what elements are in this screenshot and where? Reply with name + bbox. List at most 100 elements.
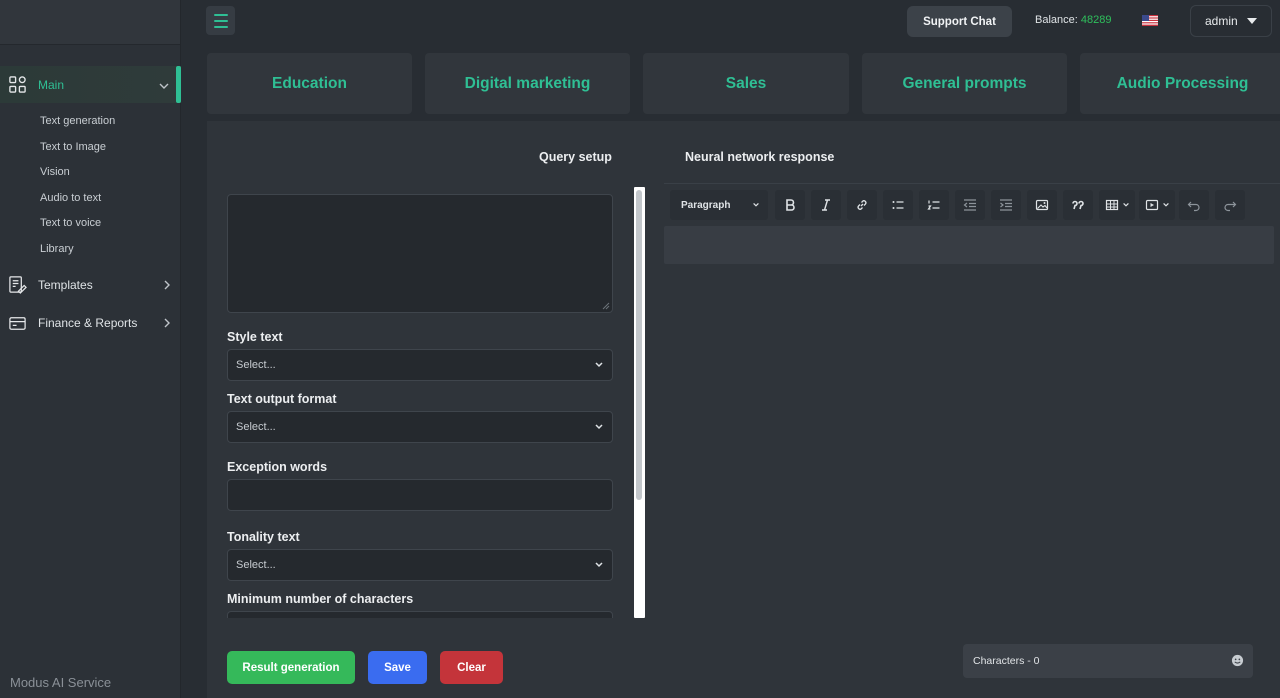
paragraph-label: Paragraph: [681, 199, 731, 211]
user-menu-button[interactable]: admin: [1190, 5, 1272, 37]
chevron-right-icon: [164, 318, 170, 328]
hamburger-icon-line: [213, 25, 228, 28]
tab-audio-processing[interactable]: Audio Processing: [1080, 53, 1280, 114]
paragraph-style-select[interactable]: Paragraph: [670, 190, 768, 220]
numbered-list-icon: [927, 200, 940, 210]
menu-toggle-button[interactable]: [206, 6, 235, 35]
hamburger-icon-line: [213, 19, 228, 22]
user-name: admin: [1205, 14, 1238, 28]
response-editor[interactable]: [664, 226, 1274, 264]
min-characters-label: Minimum number of characters: [227, 592, 414, 606]
text-output-format-label: Text output format: [227, 392, 337, 406]
chevron-down-icon: [753, 202, 759, 207]
sidebar-item-text-to-image[interactable]: Text to Image: [40, 139, 115, 165]
tonality-text-select[interactable]: Select...: [227, 549, 613, 581]
chevron-down-icon: [1122, 202, 1129, 207]
media-icon: [1145, 199, 1158, 211]
text-output-format-select[interactable]: Select...: [227, 411, 613, 443]
caret-down-icon: [1247, 18, 1257, 24]
characters-counter: Characters - 0: [963, 644, 1253, 678]
sidebar-item-label: Main: [38, 77, 65, 92]
bulleted-list-icon: [892, 201, 904, 209]
resize-handle-icon[interactable]: [602, 302, 610, 310]
bulleted-list-button[interactable]: [883, 190, 913, 220]
us-flag-icon[interactable]: [1142, 15, 1158, 26]
tab-education[interactable]: Education: [207, 53, 412, 114]
tab-label: Audio Processing: [1116, 74, 1249, 92]
document-edit-icon: [9, 276, 27, 294]
chevron-down-icon: [595, 362, 603, 368]
image-icon: [1035, 199, 1049, 211]
table-icon: [1105, 199, 1118, 211]
link-icon: [857, 200, 867, 210]
chevron-down-icon: [595, 424, 603, 430]
chevron-right-icon: [164, 280, 170, 290]
outdent-button[interactable]: [955, 190, 985, 220]
divider: [664, 183, 1280, 184]
numbered-list-button[interactable]: [919, 190, 949, 220]
undo-icon: [1187, 201, 1200, 212]
tab-digital-marketing[interactable]: Digital marketing: [425, 53, 630, 114]
min-characters-input[interactable]: [227, 611, 613, 618]
bold-button[interactable]: [775, 190, 805, 220]
italic-button[interactable]: [811, 190, 841, 220]
blockquote-button[interactable]: [1063, 190, 1093, 220]
credit-card-icon: [9, 317, 26, 330]
sidebar-logo-area: [0, 0, 180, 45]
clear-button[interactable]: Clear: [440, 651, 503, 684]
sidebar: Main Text generation Text to Image Visio…: [0, 0, 181, 698]
sidebar-item-text-generation[interactable]: Text generation: [40, 113, 115, 139]
balance-value: 48289: [1080, 14, 1112, 26]
chevron-down-icon: [1162, 202, 1169, 207]
dashboard-icon: [9, 76, 26, 93]
tonality-text-label: Tonality text: [227, 530, 300, 544]
brand-name: Modus AI Service: [10, 675, 112, 690]
outdent-icon: [963, 199, 976, 211]
support-chat-button[interactable]: Support Chat: [907, 6, 1012, 37]
style-text-select[interactable]: Select...: [227, 349, 613, 381]
sidebar-item-library[interactable]: Library: [40, 241, 115, 267]
insert-image-button[interactable]: [1027, 190, 1057, 220]
insert-media-button[interactable]: [1139, 190, 1175, 220]
select-value: Select...: [236, 559, 276, 571]
link-button[interactable]: [847, 190, 877, 220]
smiley-icon[interactable]: [1231, 654, 1244, 667]
chevron-down-icon: [159, 83, 169, 89]
form-scrollbar-thumb[interactable]: [636, 190, 642, 500]
indent-button[interactable]: [991, 190, 1021, 220]
indent-icon: [1000, 199, 1012, 211]
redo-button[interactable]: [1215, 190, 1245, 220]
sidebar-item-label: Finance & Reports: [38, 316, 138, 330]
exception-words-label: Exception words: [227, 460, 328, 474]
exception-words-input[interactable]: [227, 479, 613, 511]
balance-display: Balance: 48289: [1035, 14, 1111, 26]
characters-label: Characters - 0: [973, 655, 1040, 667]
sidebar-item-finance[interactable]: Finance & Reports: [0, 311, 181, 335]
sidebar-item-text-to-voice[interactable]: Text to voice: [40, 215, 115, 241]
select-value: Select...: [236, 359, 276, 371]
italic-icon: [822, 199, 830, 211]
hamburger-icon: [213, 13, 228, 16]
query-textarea[interactable]: [227, 194, 613, 313]
style-text-label: Style text: [227, 330, 283, 344]
result-generation-button[interactable]: Result generation: [227, 651, 355, 684]
sidebar-item-vision[interactable]: Vision: [40, 164, 115, 190]
select-value: Select...: [236, 421, 276, 433]
sidebar-item-audio-to-text[interactable]: Audio to text: [40, 190, 115, 216]
redo-icon: [1224, 201, 1237, 212]
insert-table-button[interactable]: [1099, 190, 1135, 220]
query-setup-title: Query setup: [539, 150, 612, 164]
undo-button[interactable]: [1179, 190, 1209, 220]
bold-icon: [786, 199, 795, 211]
save-button[interactable]: Save: [368, 651, 427, 684]
sidebar-item-templates[interactable]: Templates: [0, 273, 181, 297]
chevron-down-icon: [595, 562, 603, 568]
quote-icon: [1072, 200, 1084, 210]
tab-general-prompts[interactable]: General prompts: [862, 53, 1067, 114]
response-title: Neural network response: [685, 150, 835, 164]
active-indicator: [176, 66, 181, 103]
sub-menu: Text generation Text to Image Vision Aud…: [40, 113, 115, 266]
tab-sales[interactable]: Sales: [643, 53, 849, 114]
sidebar-item-main[interactable]: Main: [0, 66, 181, 103]
sidebar-item-label: Templates: [38, 278, 93, 292]
